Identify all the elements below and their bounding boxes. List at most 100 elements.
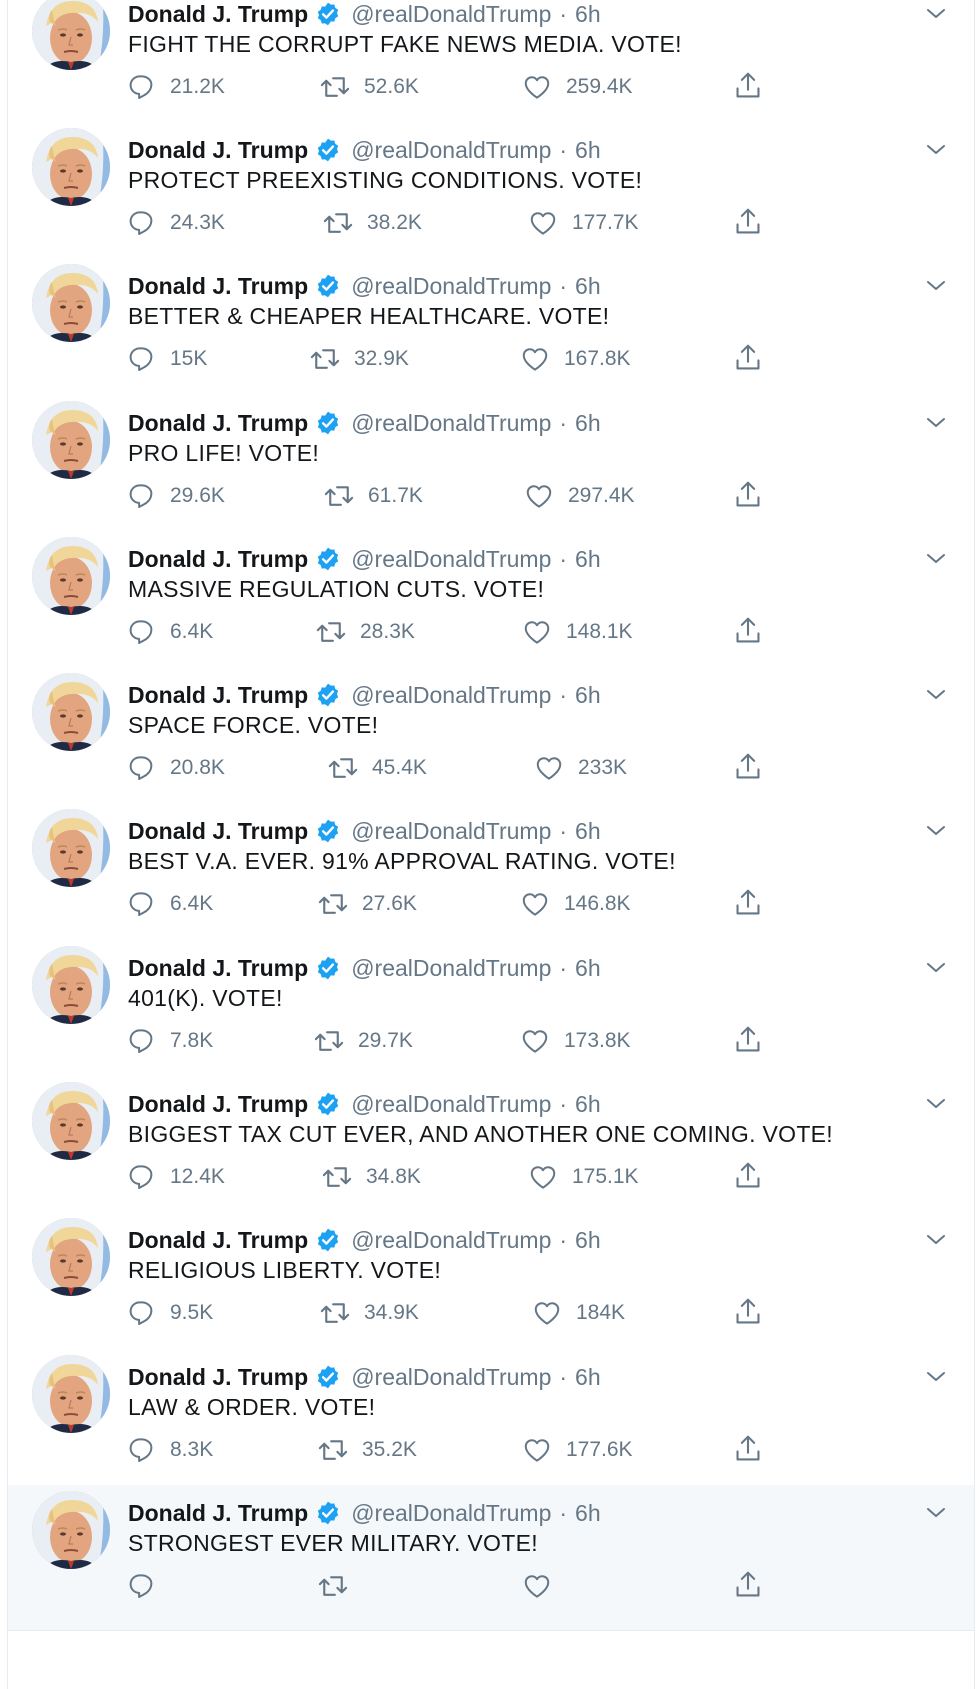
author-handle[interactable]: @realDonaldTrump bbox=[351, 955, 551, 982]
tweet[interactable]: Donald J. Trump @realDonaldTrump · 6h BE… bbox=[8, 258, 974, 404]
share-icon[interactable] bbox=[733, 887, 763, 919]
like-button[interactable]: 167.8K bbox=[520, 342, 631, 376]
author-handle[interactable]: @realDonaldTrump bbox=[351, 546, 551, 573]
avatar[interactable] bbox=[32, 946, 110, 1024]
like-button[interactable]: 173.8K bbox=[520, 1024, 631, 1058]
author-handle[interactable]: @realDonaldTrump bbox=[351, 818, 551, 845]
chevron-down-icon[interactable] bbox=[924, 411, 948, 435]
author-handle[interactable]: @realDonaldTrump bbox=[351, 1500, 551, 1527]
author-handle[interactable]: @realDonaldTrump bbox=[351, 410, 551, 437]
share-icon[interactable] bbox=[733, 342, 763, 374]
author-name[interactable]: Donald J. Trump bbox=[128, 1227, 308, 1254]
chevron-down-icon[interactable] bbox=[924, 274, 948, 298]
avatar[interactable] bbox=[32, 1082, 110, 1160]
avatar[interactable] bbox=[32, 1355, 110, 1433]
tweet[interactable]: Donald J. Trump @realDonaldTrump · 6h PR… bbox=[8, 395, 974, 541]
share-icon[interactable] bbox=[733, 206, 763, 238]
tweet-time[interactable]: 6h bbox=[575, 1364, 601, 1391]
retweet-button[interactable]: 28.3K bbox=[316, 615, 415, 649]
chevron-down-icon[interactable] bbox=[924, 1501, 948, 1525]
like-button[interactable]: 148.1K bbox=[522, 615, 633, 649]
author-name[interactable]: Donald J. Trump bbox=[128, 682, 308, 709]
share-icon[interactable] bbox=[733, 70, 763, 102]
retweet-button[interactable]: 52.6K bbox=[320, 70, 419, 104]
reply-button[interactable]: 9.5K bbox=[126, 1296, 213, 1330]
chevron-down-icon[interactable] bbox=[924, 1228, 948, 1252]
tweet-time[interactable]: 6h bbox=[575, 682, 601, 709]
tweet-time[interactable]: 6h bbox=[575, 273, 601, 300]
like-button[interactable]: 259.4K bbox=[522, 70, 633, 104]
tweet-time[interactable]: 6h bbox=[575, 546, 601, 573]
like-button[interactable]: 233K bbox=[534, 751, 627, 785]
retweet-button[interactable]: 29.7K bbox=[314, 1024, 413, 1058]
retweet-button[interactable]: 27.6K bbox=[318, 887, 417, 921]
share-icon[interactable] bbox=[733, 1160, 763, 1192]
reply-button[interactable]: 20.8K bbox=[126, 751, 225, 785]
author-handle[interactable]: @realDonaldTrump bbox=[351, 1364, 551, 1391]
tweet-time[interactable]: 6h bbox=[575, 1, 601, 28]
chevron-down-icon[interactable] bbox=[924, 138, 948, 162]
share-icon[interactable] bbox=[733, 1024, 763, 1056]
author-name[interactable]: Donald J. Trump bbox=[128, 137, 308, 164]
reply-button[interactable]: 8.3K bbox=[126, 1433, 213, 1467]
retweet-button[interactable]: 32.9K bbox=[310, 342, 409, 376]
chevron-down-icon[interactable] bbox=[924, 547, 948, 571]
tweet-time[interactable]: 6h bbox=[575, 818, 601, 845]
avatar[interactable] bbox=[32, 673, 110, 751]
tweet[interactable]: Donald J. Trump @realDonaldTrump · 6h 40… bbox=[8, 940, 974, 1086]
author-handle[interactable]: @realDonaldTrump bbox=[351, 1227, 551, 1254]
reply-button[interactable] bbox=[126, 1569, 170, 1603]
avatar[interactable] bbox=[32, 128, 110, 206]
reply-button[interactable]: 29.6K bbox=[126, 479, 225, 513]
reply-button[interactable]: 6.4K bbox=[126, 615, 213, 649]
avatar[interactable] bbox=[32, 1218, 110, 1296]
tweet[interactable]: Donald J. Trump @realDonaldTrump · 6h SP… bbox=[8, 667, 974, 813]
like-button[interactable]: 175.1K bbox=[528, 1160, 639, 1194]
author-name[interactable]: Donald J. Trump bbox=[128, 1091, 308, 1118]
author-handle[interactable]: @realDonaldTrump bbox=[351, 682, 551, 709]
chevron-down-icon[interactable] bbox=[924, 956, 948, 980]
tweet-time[interactable]: 6h bbox=[575, 1091, 601, 1118]
share-icon[interactable] bbox=[733, 1569, 763, 1601]
like-button[interactable] bbox=[522, 1569, 566, 1603]
chevron-down-icon[interactable] bbox=[924, 819, 948, 843]
retweet-button[interactable]: 61.7K bbox=[324, 479, 423, 513]
author-name[interactable]: Donald J. Trump bbox=[128, 1, 308, 28]
tweet-time[interactable]: 6h bbox=[575, 410, 601, 437]
author-handle[interactable]: @realDonaldTrump bbox=[351, 273, 551, 300]
share-icon[interactable] bbox=[733, 751, 763, 783]
tweet-time[interactable]: 6h bbox=[575, 955, 601, 982]
like-button[interactable]: 297.4K bbox=[524, 479, 635, 513]
author-handle[interactable]: @realDonaldTrump bbox=[351, 1091, 551, 1118]
avatar[interactable] bbox=[32, 0, 110, 70]
avatar[interactable] bbox=[32, 537, 110, 615]
author-name[interactable]: Donald J. Trump bbox=[128, 818, 308, 845]
tweet[interactable]: Donald J. Trump @realDonaldTrump · 6h BI… bbox=[8, 1076, 974, 1222]
tweet-time[interactable]: 6h bbox=[575, 137, 601, 164]
retweet-button[interactable]: 38.2K bbox=[323, 206, 422, 240]
avatar[interactable] bbox=[32, 401, 110, 479]
chevron-down-icon[interactable] bbox=[924, 683, 948, 707]
share-icon[interactable] bbox=[733, 479, 763, 511]
tweet[interactable]: Donald J. Trump @realDonaldTrump · 6h MA… bbox=[8, 531, 974, 677]
author-name[interactable]: Donald J. Trump bbox=[128, 955, 308, 982]
reply-button[interactable]: 12.4K bbox=[126, 1160, 225, 1194]
retweet-button[interactable]: 35.2K bbox=[318, 1433, 417, 1467]
tweet[interactable]: Donald J. Trump @realDonaldTrump · 6h BE… bbox=[8, 803, 974, 949]
author-name[interactable]: Donald J. Trump bbox=[128, 273, 308, 300]
author-handle[interactable]: @realDonaldTrump bbox=[351, 1, 551, 28]
retweet-button[interactable]: 34.9K bbox=[320, 1296, 419, 1330]
retweet-button[interactable]: 34.8K bbox=[322, 1160, 421, 1194]
like-button[interactable]: 146.8K bbox=[520, 887, 631, 921]
tweet-time[interactable]: 6h bbox=[575, 1500, 601, 1527]
chevron-down-icon[interactable] bbox=[924, 1365, 948, 1389]
avatar[interactable] bbox=[32, 264, 110, 342]
reply-button[interactable]: 24.3K bbox=[126, 206, 225, 240]
tweet[interactable]: Donald J. Trump @realDonaldTrump · 6h RE… bbox=[8, 1212, 974, 1358]
reply-button[interactable]: 6.4K bbox=[126, 887, 213, 921]
share-icon[interactable] bbox=[733, 1296, 763, 1328]
reply-button[interactable]: 7.8K bbox=[126, 1024, 213, 1058]
tweet[interactable]: Donald J. Trump @realDonaldTrump · 6h FI… bbox=[8, 0, 974, 132]
like-button[interactable]: 184K bbox=[532, 1296, 625, 1330]
tweet[interactable]: Donald J. Trump @realDonaldTrump · 6h PR… bbox=[8, 122, 974, 268]
